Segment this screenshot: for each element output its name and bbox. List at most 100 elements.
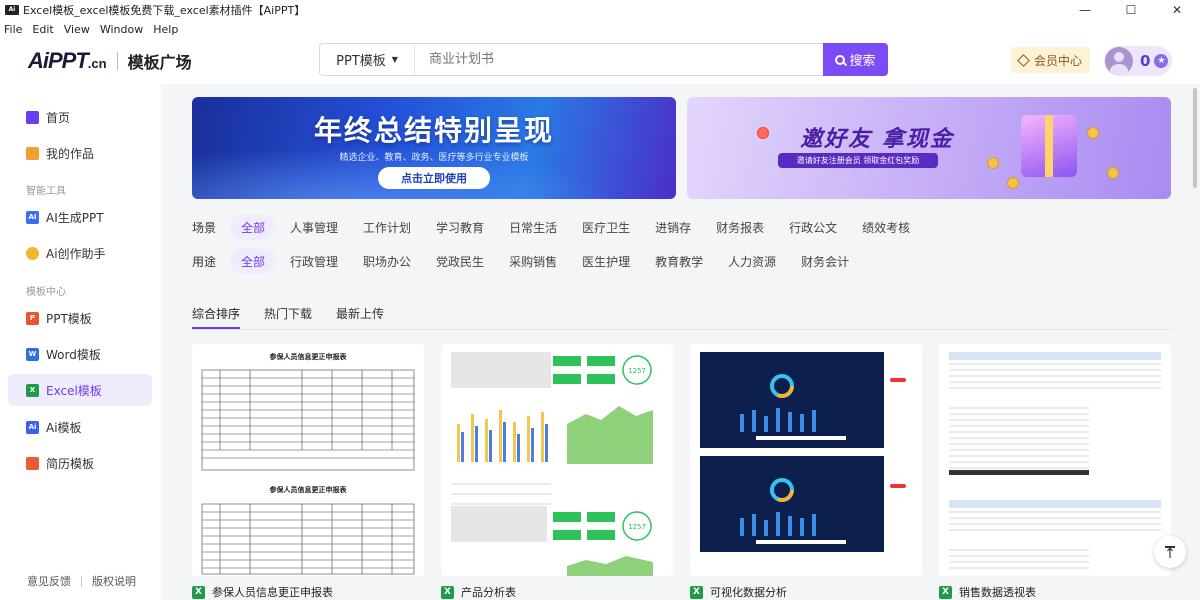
usage-chip[interactable]: 职场办公 bbox=[352, 248, 422, 274]
search-type-dropdown[interactable]: PPT模板 ▼ bbox=[320, 44, 415, 75]
banner-invite[interactable]: 邀好友 拿现金 邀请好友注册会员 领取金红包奖励 bbox=[687, 97, 1171, 199]
template-title-label: 可视化数据分析 bbox=[710, 586, 787, 599]
badge-value: 1257 bbox=[628, 523, 646, 531]
template-title-label: 参保人员信息更正申报表 bbox=[212, 586, 333, 599]
template-card[interactable]: 1257 1257 bbox=[441, 344, 673, 576]
usage-chip[interactable]: 人力资源 bbox=[717, 248, 787, 274]
sidebar-item-word[interactable]: W Word模板 bbox=[8, 338, 152, 370]
scene-chip[interactable]: 人事管理 bbox=[279, 214, 349, 240]
scene-chip[interactable]: 进销存 bbox=[644, 214, 702, 240]
usage-filter: 用途 全部 行政管理 职场办公 党政民生 采购销售 医生护理 教育教学 人力资源… bbox=[192, 248, 863, 274]
usage-chip[interactable]: 医生护理 bbox=[571, 248, 641, 274]
template-thumbnail: 1257 1257 bbox=[451, 352, 653, 576]
menu-view[interactable]: View bbox=[64, 23, 90, 36]
template-title[interactable]: X 可视化数据分析 bbox=[690, 584, 787, 600]
menu-window[interactable]: Window bbox=[100, 23, 143, 36]
scrollbar-thumb[interactable] bbox=[1193, 88, 1197, 188]
section-title: 模板广场 bbox=[127, 53, 192, 72]
scene-chip[interactable]: 工作计划 bbox=[352, 214, 422, 240]
scene-label: 场景 bbox=[192, 220, 217, 235]
sidebar-item-my-works[interactable]: 我的作品 bbox=[8, 137, 152, 169]
sidebar-item-label: Ai模板 bbox=[46, 420, 82, 435]
copyright-link[interactable]: 版权说明 bbox=[92, 573, 136, 589]
template-card[interactable] bbox=[939, 344, 1171, 576]
usage-chip[interactable]: 党政民生 bbox=[425, 248, 495, 274]
resume-icon bbox=[26, 456, 39, 470]
template-card[interactable] bbox=[690, 344, 922, 576]
scene-chip[interactable]: 财务报表 bbox=[705, 214, 775, 240]
template-card[interactable]: 参保人员信息更正申报表 参保人员信息更正申报表 bbox=[192, 344, 424, 576]
window-controls: — ☐ ✕ bbox=[1062, 0, 1200, 20]
tab-comprehensive[interactable]: 综合排序 bbox=[192, 305, 241, 329]
close-button[interactable]: ✕ bbox=[1154, 0, 1200, 20]
gift-icon bbox=[1021, 115, 1077, 177]
template-title-label: 产品分析表 bbox=[461, 586, 516, 599]
sidebar-item-ai-template[interactable]: Ai Ai模板 bbox=[8, 411, 152, 443]
scrollbar[interactable] bbox=[1190, 84, 1200, 600]
template-title[interactable]: X 参保人员信息更正申报表 bbox=[192, 584, 333, 600]
maximize-button[interactable]: ☐ bbox=[1108, 0, 1154, 20]
user-profile[interactable]: 0 ★ bbox=[1104, 46, 1172, 76]
brand-logo: AiPPT.cn bbox=[28, 48, 107, 73]
scene-chip[interactable]: 医疗卫生 bbox=[571, 214, 641, 240]
usage-chip[interactable]: 行政管理 bbox=[279, 248, 349, 274]
tab-latest[interactable]: 最新上传 bbox=[336, 305, 384, 329]
minimize-button[interactable]: — bbox=[1062, 0, 1108, 20]
tab-hot-downloads[interactable]: 热门下载 bbox=[264, 305, 312, 329]
scene-chip[interactable]: 学习教育 bbox=[425, 214, 495, 240]
excel-icon: X bbox=[441, 585, 454, 599]
scene-chip[interactable]: 行政公文 bbox=[778, 214, 848, 240]
banner-subtitle: 邀请好友注册会员 领取金红包奖励 bbox=[778, 153, 938, 168]
diamond-icon bbox=[1017, 53, 1030, 67]
chevron-down-icon: ▼ bbox=[391, 55, 398, 64]
excel-icon: X bbox=[26, 383, 39, 397]
home-icon bbox=[26, 110, 39, 124]
banner-subtitle: 精选企业、教育、政务、医疗等多行业专业模板 bbox=[339, 153, 529, 163]
usage-label: 用途 bbox=[192, 254, 217, 269]
scene-chip[interactable]: 全部 bbox=[230, 214, 277, 240]
logo[interactable]: AiPPT.cn 模板广场 bbox=[28, 48, 192, 74]
ai-icon: AI bbox=[26, 210, 39, 224]
app-logo-icon: Ai bbox=[5, 5, 19, 15]
menu-help[interactable]: Help bbox=[153, 23, 178, 36]
window-titlebar: Ai Excel模板_excel模板免费下载_excel素材插件【AiPPT】 … bbox=[0, 0, 1200, 20]
usage-chip[interactable]: 财务会计 bbox=[790, 248, 860, 274]
usage-chip[interactable]: 教育教学 bbox=[644, 248, 714, 274]
search-button[interactable]: 搜索 bbox=[823, 43, 888, 76]
avatar[interactable] bbox=[1105, 47, 1133, 75]
sidebar-item-excel[interactable]: X Excel模板 bbox=[8, 374, 152, 406]
banner-use-button[interactable]: 点击立即使用 bbox=[378, 167, 490, 189]
star-icon: ★ bbox=[1154, 54, 1169, 68]
menu-edit[interactable]: Edit bbox=[32, 23, 53, 36]
banner-year-end[interactable]: 年终总结特别呈现 精选企业、教育、政务、医疗等多行业专业模板 点击立即使用 bbox=[192, 97, 676, 199]
back-to-top-button[interactable]: ↑ bbox=[1154, 536, 1186, 568]
folder-icon bbox=[26, 146, 39, 160]
sidebar-item-ai-assistant[interactable]: Ai创作助手 bbox=[8, 237, 152, 269]
scene-chip[interactable]: 绩效考核 bbox=[851, 214, 921, 240]
sidebar-item-home[interactable]: 首页 bbox=[8, 101, 152, 133]
feedback-link[interactable]: 意见反馈 bbox=[27, 573, 71, 589]
usage-chip[interactable]: 全部 bbox=[230, 248, 277, 274]
footer-divider bbox=[81, 575, 82, 587]
sidebar-item-ai-ppt[interactable]: AI AI生成PPT bbox=[8, 201, 152, 233]
template-thumbnail bbox=[700, 352, 906, 552]
sidebar-item-resume[interactable]: 简历模板 bbox=[8, 447, 152, 479]
template-title[interactable]: X 产品分析表 bbox=[441, 584, 516, 600]
menu-file[interactable]: File bbox=[4, 23, 22, 36]
template-title[interactable]: X 销售数据透视表 bbox=[939, 584, 1036, 600]
top-header: AiPPT.cn 模板广场 PPT模板 ▼ 搜索 会员中心 0 ★ bbox=[0, 38, 1200, 84]
usage-chip[interactable]: 采购销售 bbox=[498, 248, 568, 274]
scene-chip[interactable]: 日常生活 bbox=[498, 214, 568, 240]
sidebar-item-ppt[interactable]: P PPT模板 bbox=[8, 302, 152, 334]
sidebar: 首页 我的作品 智能工具 AI AI生成PPT Ai创作助手 模板中心 P PP… bbox=[0, 84, 161, 600]
sidebar-item-label: Ai创作助手 bbox=[46, 246, 106, 261]
template-title-label: 销售数据透视表 bbox=[959, 586, 1036, 599]
ai-template-icon: Ai bbox=[26, 420, 39, 434]
ppt-icon: P bbox=[26, 311, 39, 325]
arrow-up-icon: ↑ bbox=[1164, 546, 1176, 562]
logo-divider bbox=[116, 52, 118, 70]
search-input[interactable] bbox=[415, 44, 823, 75]
sidebar-item-label: 简历模板 bbox=[46, 456, 95, 471]
coin-icon bbox=[1107, 167, 1119, 179]
vip-center-button[interactable]: 会员中心 bbox=[1011, 47, 1090, 73]
